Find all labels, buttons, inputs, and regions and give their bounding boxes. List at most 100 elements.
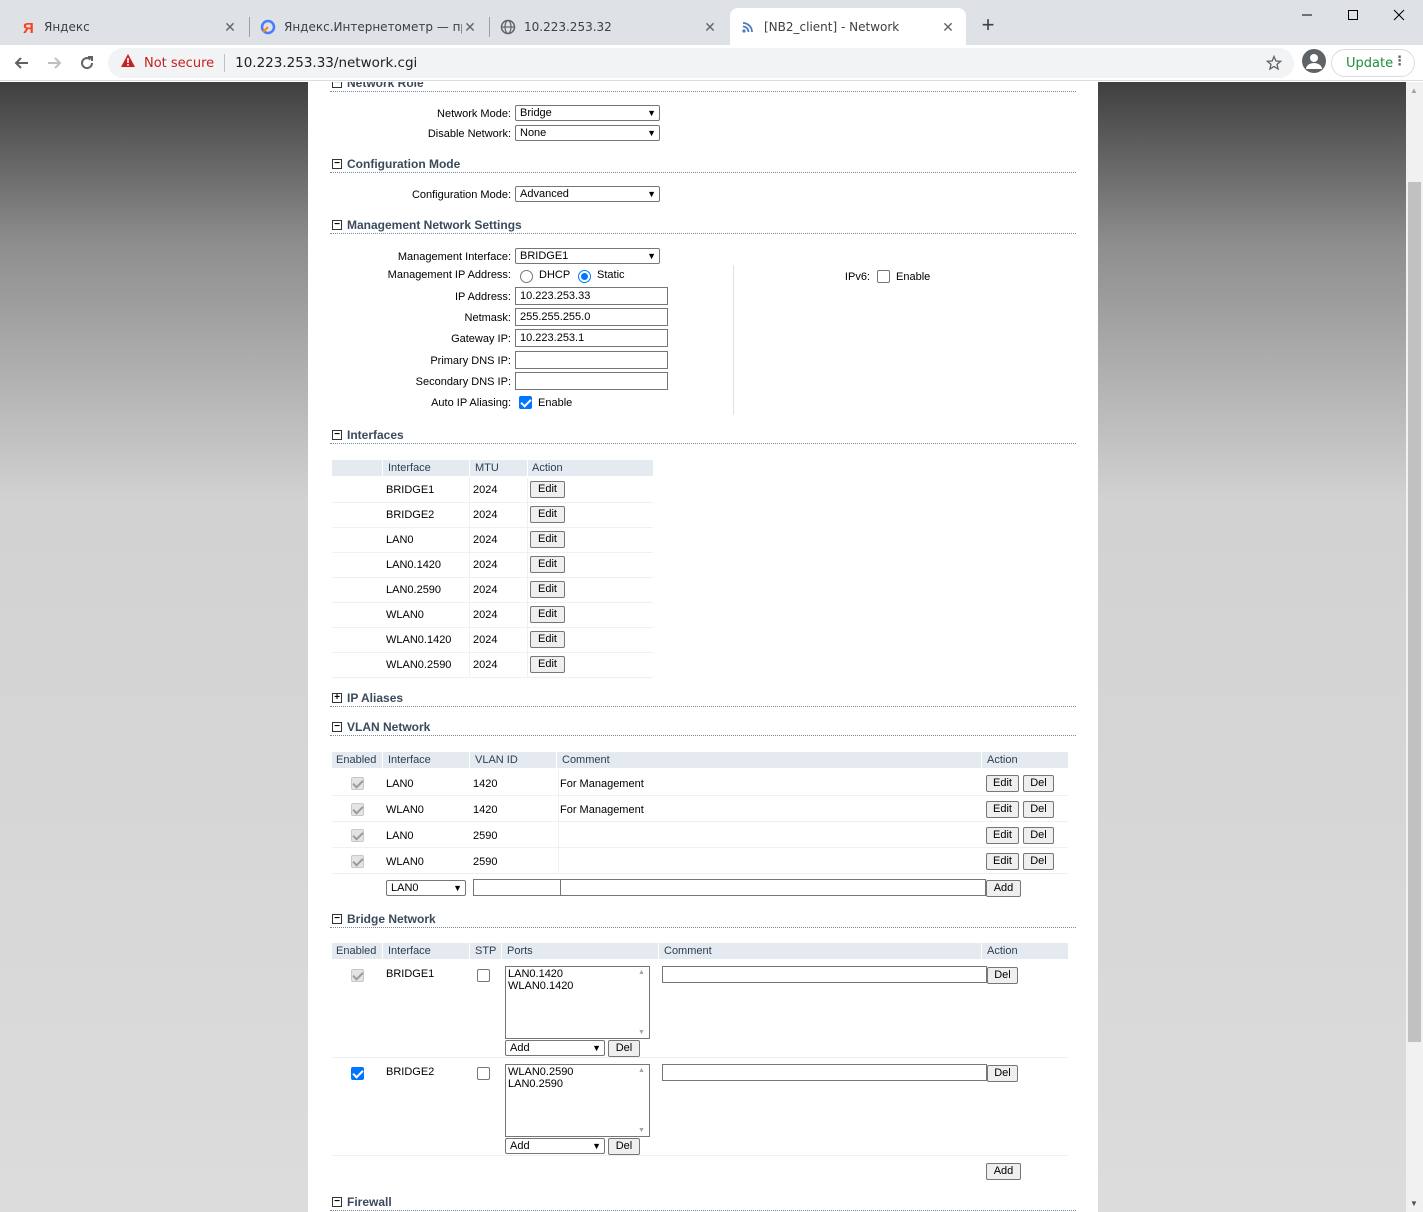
ip-address-input[interactable]: 10.223.253.33 <box>515 287 668 305</box>
url-text[interactable]: 10.223.253.33/network.cgi <box>235 55 417 71</box>
maximize-icon[interactable] <box>1330 0 1376 30</box>
scroll-down-icon[interactable]: ▼ <box>638 1029 645 1036</box>
port-item[interactable]: WLAN0.2590 <box>508 1066 649 1078</box>
scroll-up-icon[interactable]: ▲ <box>1410 86 1418 95</box>
section-management-network[interactable]: − Management Network Settings <box>330 218 1076 234</box>
forward-icon[interactable] <box>40 49 68 77</box>
secondary-dns-input[interactable] <box>515 372 668 390</box>
bridge-port-add-select[interactable]: Add ▼ <box>505 1138 605 1154</box>
vlan-del-button[interactable]: Del <box>1023 801 1054 818</box>
listbox-scrollbar[interactable]: ▲ ▼ <box>635 967 649 1038</box>
interface-edit-button[interactable]: Edit <box>530 631 565 648</box>
section-vlan-network[interactable]: − VLAN Network <box>330 720 1076 736</box>
disable-network-select[interactable]: None ▼ <box>515 125 660 141</box>
bridge-enabled-checkbox[interactable] <box>351 1067 364 1080</box>
section-ip-aliases[interactable]: + IP Aliases <box>330 691 1076 707</box>
vlan-edit-button[interactable]: Edit <box>986 827 1019 844</box>
bridge-port-add-select[interactable]: Add ▼ <box>505 1040 605 1056</box>
section-network-role[interactable]: − Network Role <box>330 82 1076 92</box>
interface-edit-button[interactable]: Edit <box>530 481 565 498</box>
bridge-comment-input[interactable] <box>662 966 987 983</box>
tab-internetometer[interactable]: Яндекс.Интернетометр — прове ✕ <box>250 8 488 45</box>
bridge-del-button[interactable]: Del <box>987 1065 1018 1082</box>
new-tab-button[interactable]: + <box>976 14 1000 38</box>
scroll-up-icon[interactable]: ▲ <box>638 1067 645 1074</box>
close-icon[interactable]: ✕ <box>222 19 238 35</box>
port-item[interactable]: LAN0.1420 <box>508 968 649 980</box>
collapse-icon[interactable]: − <box>332 722 342 732</box>
dhcp-radio[interactable] <box>520 270 533 283</box>
vlan-del-button[interactable]: Del <box>1023 827 1054 844</box>
bridge-stp-checkbox[interactable] <box>477 969 490 982</box>
not-secure-label[interactable]: Not secure <box>144 56 214 71</box>
vlan-add-button[interactable]: Add <box>986 880 1021 897</box>
tab-network-active[interactable]: [NB2_client] - Network ✕ <box>730 8 966 45</box>
netmask-input[interactable]: 255.255.255.0 <box>515 308 668 326</box>
vlan-del-button[interactable]: Del <box>1023 853 1054 870</box>
vlan-edit-button[interactable]: Edit <box>986 775 1019 792</box>
port-item[interactable]: WLAN0.1420 <box>508 980 649 992</box>
vlan-new-id-input[interactable] <box>473 879 561 896</box>
configuration-mode-select[interactable]: Advanced ▼ <box>515 186 660 202</box>
vlan-edit-button[interactable]: Edit <box>986 853 1019 870</box>
close-icon[interactable]: ✕ <box>462 19 478 35</box>
collapse-icon[interactable]: − <box>332 1197 342 1207</box>
section-configuration-mode[interactable]: − Configuration Mode <box>330 157 1076 173</box>
collapse-icon[interactable]: − <box>332 82 342 88</box>
management-interface-select[interactable]: BRIDGE1 ▼ <box>515 248 660 264</box>
profile-avatar-icon[interactable] <box>1302 49 1326 73</box>
collapse-icon[interactable]: − <box>332 159 342 169</box>
section-interfaces[interactable]: − Interfaces <box>330 428 1076 444</box>
vlan-edit-button[interactable]: Edit <box>986 801 1019 818</box>
bridge-ports-listbox[interactable]: LAN0.1420 WLAN0.1420 ▲ ▼ <box>505 966 650 1039</box>
section-firewall[interactable]: − Firewall <box>330 1195 1076 1211</box>
update-button[interactable]: Update ⋮ <box>1331 49 1415 77</box>
vlan-new-comment-input[interactable] <box>560 879 986 896</box>
expand-icon[interactable]: + <box>332 693 342 703</box>
gateway-ip-input[interactable]: 10.223.253.1 <box>515 329 668 347</box>
tab-ip[interactable]: 10.223.253.32 ✕ <box>490 8 728 45</box>
bookmark-star-icon[interactable] <box>1265 54 1283 75</box>
ipv6-checkbox[interactable] <box>877 270 890 283</box>
bridge-port-del-button[interactable]: Del <box>608 1138 640 1155</box>
listbox-scrollbar[interactable]: ▲ ▼ <box>635 1065 649 1136</box>
bridge-comment-input[interactable] <box>662 1064 987 1081</box>
scroll-down-icon[interactable]: ▼ <box>1410 1199 1418 1208</box>
interface-edit-button[interactable]: Edit <box>530 506 565 523</box>
scroll-down-icon[interactable]: ▼ <box>638 1127 645 1134</box>
back-icon[interactable] <box>8 49 36 77</box>
collapse-icon[interactable]: − <box>332 914 342 924</box>
bridge-port-del-button[interactable]: Del <box>608 1040 640 1057</box>
scrollbar-thumb[interactable] <box>1408 182 1421 1042</box>
vlan-del-button[interactable]: Del <box>1023 775 1054 792</box>
primary-dns-input[interactable] <box>515 351 668 369</box>
static-radio[interactable] <box>578 270 591 283</box>
interface-edit-button[interactable]: Edit <box>530 531 565 548</box>
address-bar[interactable]: Not secure 10.223.253.33/network.cgi <box>108 48 1294 78</box>
bridge-del-button[interactable]: Del <box>987 967 1018 984</box>
close-icon[interactable]: ✕ <box>702 19 718 35</box>
vlan-new-interface-select[interactable]: LAN0 ▼ <box>386 880 466 896</box>
collapse-icon[interactable]: − <box>332 220 342 230</box>
network-mode-select[interactable]: Bridge ▼ <box>515 105 660 121</box>
close-icon[interactable]: ✕ <box>940 19 956 35</box>
interface-edit-button[interactable]: Edit <box>530 581 565 598</box>
interface-edit-button[interactable]: Edit <box>530 656 565 673</box>
bridge-stp-checkbox[interactable] <box>477 1067 490 1080</box>
port-item[interactable]: LAN0.2590 <box>508 1078 649 1090</box>
scroll-up-icon[interactable]: ▲ <box>638 969 645 976</box>
minimize-icon[interactable] <box>1284 0 1330 30</box>
interface-edit-button[interactable]: Edit <box>530 606 565 623</box>
more-menu-icon[interactable]: ⋮ <box>1393 54 1406 69</box>
warning-icon[interactable] <box>120 53 136 73</box>
tab-yandex[interactable]: Я Яндекс ✕ <box>10 8 248 45</box>
bridge-ports-listbox[interactable]: WLAN0.2590 LAN0.2590 ▲ ▼ <box>505 1064 650 1137</box>
bridge-add-button[interactable]: Add <box>986 1163 1021 1180</box>
collapse-icon[interactable]: − <box>332 430 342 440</box>
window-close-icon[interactable] <box>1376 0 1422 30</box>
auto-ip-aliasing-checkbox[interactable] <box>519 396 532 409</box>
page-scrollbar[interactable]: ▲ ▼ <box>1406 82 1423 1212</box>
reload-icon[interactable] <box>73 49 101 77</box>
section-bridge-network[interactable]: − Bridge Network <box>330 912 1076 928</box>
interface-edit-button[interactable]: Edit <box>530 556 565 573</box>
